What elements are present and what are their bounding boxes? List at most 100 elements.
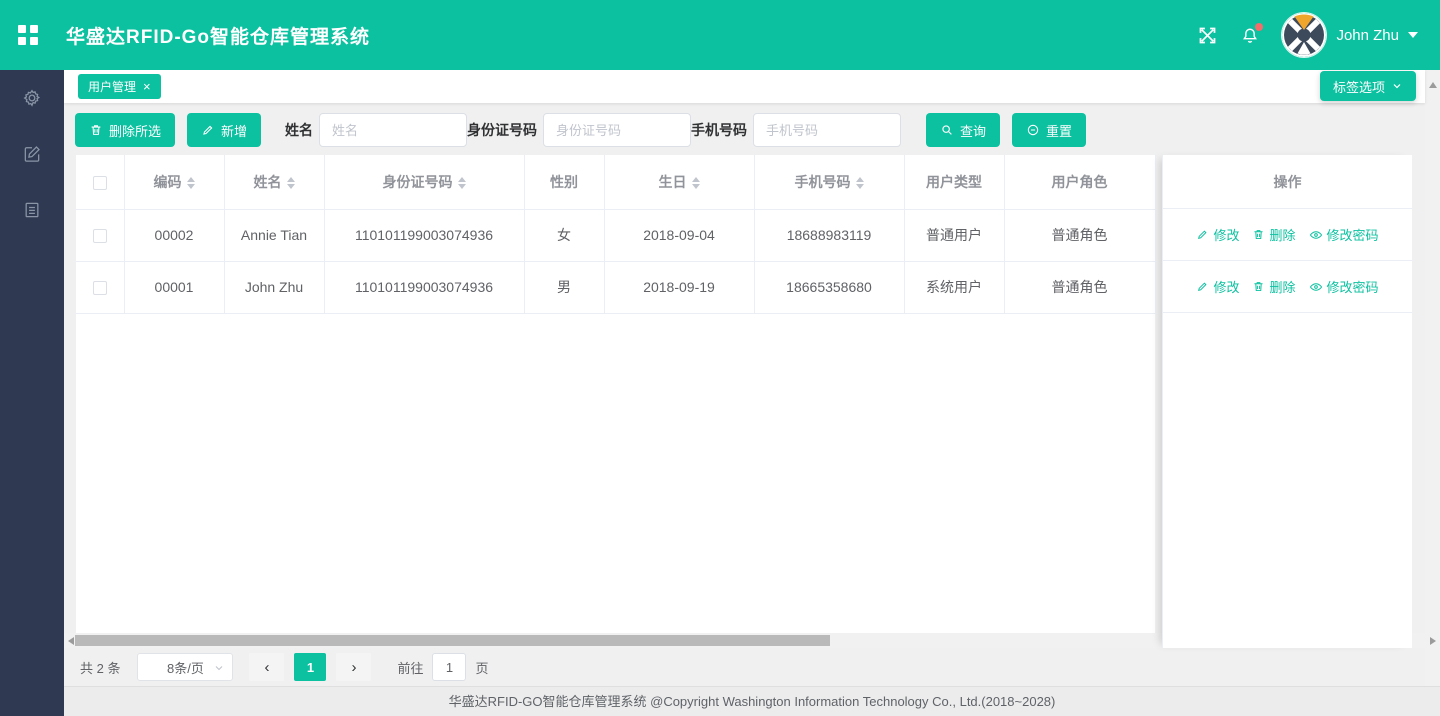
sidebar-item-edit[interactable] [0,126,64,182]
goto-label: 前往 [397,658,423,677]
column-header-user-type: 用户类型 [904,155,1004,209]
scroll-left-arrow-icon[interactable] [68,637,74,645]
circle-minus-icon [1026,123,1040,137]
fullscreen-icon[interactable] [1197,25,1218,46]
sort-carets-icon[interactable] [856,177,864,189]
tag-options-button[interactable]: 标签选项 [1320,71,1416,101]
apps-grid-icon[interactable] [18,25,38,45]
page-size-value: 8条/页 [167,658,204,677]
reset-label: 重置 [1046,121,1072,140]
user-name[interactable]: John Zhu [1336,27,1399,44]
cell-phone: 18688983119 [754,209,904,261]
total-count: 共 2 条 [80,658,120,677]
tab-label: 用户管理 [88,78,136,95]
eye-icon [1309,280,1323,294]
cell-name: Annie Tian [224,209,324,261]
sort-carets-icon[interactable] [458,177,466,189]
cell-name: John Zhu [224,261,324,313]
sidebar-item-list[interactable] [0,182,64,238]
eye-icon [1309,228,1323,242]
pen-icon [1196,228,1209,241]
main-content: 用户管理 × 标签选项 删除所选 新增 姓名 身份证号码 手机号码 查询 重置 [64,70,1425,716]
scroll-right-arrow-icon[interactable] [1430,637,1436,645]
sidebar [0,70,64,716]
notification-badge [1255,23,1263,31]
edit-link[interactable]: 修改 [1196,225,1239,244]
tab-user-management[interactable]: 用户管理 × [78,74,161,99]
scroll-up-arrow-icon[interactable] [1429,82,1437,88]
sort-carets-icon[interactable] [692,177,700,189]
pagination: 共 2 条 8条/页 ‹ 1 › 前往 页 [80,648,489,686]
sort-carets-icon[interactable] [287,177,295,189]
row-checkbox[interactable] [93,281,107,295]
copyright-text: 华盛达RFID-GO智能仓库管理系统 @Copyright Washington… [449,694,1056,709]
cell-id-number: 110101199003074936 [324,209,524,261]
add-button[interactable]: 新增 [187,113,261,147]
app-title: 华盛达RFID-Go智能仓库管理系统 [66,22,370,49]
name-input[interactable] [319,113,467,147]
search-button[interactable]: 查询 [926,113,1000,147]
search-label: 查询 [960,121,986,140]
column-header-phone[interactable]: 手机号码 [754,155,904,209]
cell-code: 00001 [124,261,224,313]
sort-carets-icon[interactable] [187,177,195,189]
cell-id-number: 110101199003074936 [324,261,524,313]
chevron-down-icon [213,662,225,674]
app-header: 华盛达RFID-Go智能仓库管理系统 John Zhu [0,0,1440,70]
prev-page-button[interactable]: ‹ [249,653,284,681]
row-operations: 修改 删除 修改密码 [1163,261,1412,313]
change-password-link[interactable]: 修改密码 [1309,225,1379,244]
change-password-link[interactable]: 修改密码 [1309,277,1379,296]
avatar[interactable] [1282,13,1326,57]
header-actions: John Zhu [1197,13,1440,57]
cell-user-type: 系统用户 [904,261,1004,313]
delete-selected-button[interactable]: 删除所选 [75,113,175,147]
operations-fixed-column: 操作 修改 删除 修改密码 修改 删除 修改密码 [1162,155,1412,648]
cell-code: 00002 [124,209,224,261]
phone-input[interactable] [753,113,901,147]
toolbar: 删除所选 新增 姓名 身份证号码 手机号码 查询 重置 [75,113,1086,147]
user-table-main: 编码 姓名 身份证号码 性别 生日 手机号码 用户类型 用户角色 00002 [76,155,1155,633]
column-header-birthday[interactable]: 生日 [604,155,754,209]
tab-close-icon[interactable]: × [143,80,151,93]
document-list-icon [22,200,42,220]
delete-selected-label: 删除所选 [109,121,161,140]
user-menu-caret-icon[interactable] [1408,32,1418,38]
edit-square-icon [22,144,42,164]
vertical-scrollbar[interactable] [1425,70,1440,716]
cell-user-type: 普通用户 [904,209,1004,261]
select-all-checkbox[interactable] [93,176,107,190]
phone-field-label: 手机号码 [691,120,747,140]
trash-icon [1252,228,1265,241]
table-row[interactable]: 00002 Annie Tian 110101199003074936 女 20… [76,209,1155,261]
column-header-name[interactable]: 姓名 [224,155,324,209]
delete-link[interactable]: 删除 [1252,225,1295,244]
edit-link[interactable]: 修改 [1196,277,1239,296]
cell-birthday: 2018-09-04 [604,209,754,261]
page-size-select[interactable]: 8条/页 [137,653,233,681]
column-header-id-number[interactable]: 身份证号码 [324,155,524,209]
add-label: 新增 [221,121,247,140]
notification-bell-icon[interactable] [1240,25,1260,46]
column-header-operations: 操作 [1163,155,1412,209]
next-page-button[interactable]: › [336,653,371,681]
pen-icon [201,123,215,137]
column-header-code[interactable]: 编码 [124,155,224,209]
trash-icon [89,123,103,137]
column-header-user-role: 用户角色 [1004,155,1155,209]
id-number-input[interactable] [543,113,691,147]
delete-link[interactable]: 删除 [1252,277,1295,296]
tab-bar: 用户管理 × 标签选项 [64,70,1425,103]
goto-page-input[interactable] [432,653,466,681]
trash-icon [1252,280,1265,293]
reset-button[interactable]: 重置 [1012,113,1086,147]
cell-gender: 女 [524,209,604,261]
goto-unit: 页 [475,658,488,677]
row-operations: 修改 删除 修改密码 [1163,209,1412,261]
table-row[interactable]: 00001 John Zhu 110101199003074936 男 2018… [76,261,1155,313]
cell-birthday: 2018-09-19 [604,261,754,313]
user-table: 编码 姓名 身份证号码 性别 生日 手机号码 用户类型 用户角色 00002 [76,155,1412,650]
current-page-button[interactable]: 1 [294,653,326,681]
row-checkbox[interactable] [93,229,107,243]
sidebar-item-settings[interactable] [0,70,64,126]
